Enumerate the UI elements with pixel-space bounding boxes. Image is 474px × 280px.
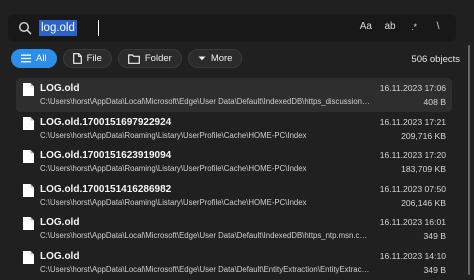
result-path: C:\Users\horst\AppData\Roaming\Listary\U… [40, 197, 307, 207]
result-name: LOG.old [40, 83, 80, 94]
object-count: 506 objects [411, 54, 460, 65]
result-date: 16.11.2023 17:21 [379, 116, 446, 127]
filter-file-label: File [86, 53, 102, 64]
result-path: C:\Users\horst\AppData\Roaming\Listary\U… [40, 164, 307, 173]
filter-folder-button[interactable]: Folder [117, 49, 182, 68]
folder-icon [127, 53, 140, 64]
result-name: LOG.old.1700151623919094 [40, 150, 172, 161]
match-case-toggle[interactable]: Aa [360, 21, 372, 32]
result-path: C:\Users\horst\AppData\Roaming\Listary\U… [40, 130, 307, 140]
filter-bar: All File Folder More [11, 49, 243, 68]
result-date: 16.11.2023 17:06 [379, 83, 446, 93]
result-row[interactable]: LOG.old.1700151416286982 C:\Users\horst\… [16, 179, 452, 213]
result-size: 209,716 KB [401, 130, 446, 141]
result-row[interactable]: LOG.old C:\Users\horst\AppData\Local\Mic… [16, 78, 452, 112]
filter-folder-label: Folder [144, 53, 172, 64]
all-icon [21, 54, 31, 63]
result-size: 349 B [423, 264, 446, 275]
document-icon [23, 83, 34, 96]
search-window: log.old Aa ab .* \ All File Folder More … [0, 0, 474, 280]
result-name: LOG.old [40, 217, 80, 228]
result-date: 16.11.2023 07:50 [379, 183, 446, 194]
whole-word-toggle[interactable]: ab [384, 21, 396, 32]
document-icon [23, 250, 34, 264]
result-name: LOG.old.1700151697922924 [40, 116, 172, 128]
document-icon [23, 183, 34, 197]
scrollbar-thumb[interactable] [468, 45, 470, 275]
filter-all-label: All [36, 53, 47, 64]
result-date: 16.11.2023 17:20 [379, 150, 446, 160]
result-size: 206,146 KB [401, 197, 446, 208]
filter-file-button[interactable]: File [62, 49, 112, 68]
filter-more-button[interactable]: More [187, 49, 243, 68]
text-caret [98, 20, 99, 36]
filter-more-label: More [210, 53, 233, 64]
result-path: C:\Users\horst\AppData\Local\Microsoft\E… [40, 231, 370, 240]
search-input[interactable]: log.old [39, 20, 77, 36]
result-path: C:\Users\horst\AppData\Local\Microsoft\E… [40, 264, 370, 274]
search-bar[interactable]: log.old Aa ab .* \ [8, 14, 456, 42]
regex-toggle[interactable]: .* [408, 22, 420, 32]
result-size: 408 B [423, 97, 446, 107]
result-row[interactable]: LOG.old C:\Users\horst\AppData\Local\Mic… [16, 246, 452, 280]
result-path: C:\Users\horst\AppData\Local\Microsoft\E… [40, 97, 370, 106]
chevron-down-icon [198, 56, 206, 61]
search-options: Aa ab .* \ [360, 21, 444, 32]
path-toggle[interactable]: \ [432, 21, 444, 32]
result-row[interactable]: LOG.old C:\Users\horst\AppData\Local\Mic… [16, 212, 452, 246]
document-icon [23, 150, 34, 163]
result-row[interactable]: LOG.old.1700151697922924 C:\Users\horst\… [16, 112, 452, 146]
filter-all-button[interactable]: All [11, 49, 57, 68]
document-icon [23, 116, 34, 130]
result-date: 16.11.2023 16:01 [379, 217, 446, 227]
result-size: 349 B [423, 231, 446, 241]
result-name: LOG.old.1700151416286982 [40, 183, 172, 195]
result-row[interactable]: LOG.old.1700151623919094 C:\Users\horst\… [16, 145, 452, 179]
search-icon [18, 21, 32, 35]
result-size: 183,709 KB [401, 164, 446, 174]
result-date: 16.11.2023 14:10 [379, 250, 446, 261]
file-icon [72, 53, 82, 64]
result-name: LOG.old [40, 250, 80, 262]
document-icon [23, 217, 34, 230]
results-list: LOG.old C:\Users\horst\AppData\Local\Mic… [16, 78, 452, 279]
